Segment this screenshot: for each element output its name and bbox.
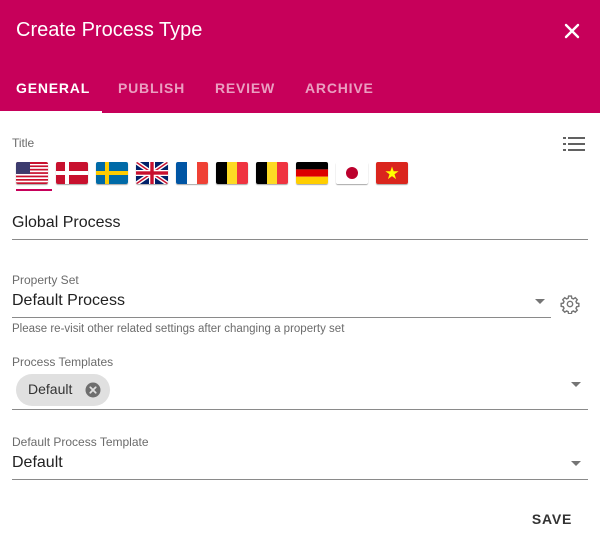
save-button[interactable]: SAVE (520, 504, 584, 534)
flag-gb-button[interactable] (136, 160, 168, 186)
template-chip[interactable]: Default (16, 374, 110, 406)
active-tab-indicator (0, 111, 102, 113)
default-template-select[interactable]: Default (12, 449, 588, 480)
se-flag-icon (96, 162, 128, 184)
chip-label: Default (28, 381, 73, 397)
property-set-hint: Please re-visit other related settings a… (12, 323, 345, 335)
flag-vn-button[interactable] (376, 160, 408, 186)
tab-review[interactable]: REVIEW (215, 70, 275, 113)
dialog-title: Create Process Type (16, 19, 203, 41)
vn-flag-icon (376, 162, 408, 184)
gb-flag-icon (136, 162, 168, 184)
default-template-value: Default (12, 454, 63, 471)
flag-jp-button[interactable] (336, 160, 368, 186)
property-set-value: Default Process (12, 292, 125, 309)
close-icon[interactable] (560, 19, 584, 43)
flag-be-alt-button[interactable] (256, 160, 288, 186)
arrow-down-icon[interactable] (571, 382, 581, 387)
flag-us-button[interactable] (16, 160, 52, 191)
be-flag-icon (256, 162, 288, 184)
fr-flag-icon (176, 162, 208, 184)
dialog-header: Create Process Type GENERAL PUBLISH REVI… (0, 0, 600, 113)
us-flag-icon (16, 162, 48, 184)
flag-se-button[interactable] (96, 160, 128, 186)
de-flag-icon (296, 162, 328, 184)
flag-dk-button[interactable] (56, 160, 88, 186)
tab-publish[interactable]: PUBLISH (118, 70, 185, 113)
flag-de-button[interactable] (296, 160, 328, 186)
flag-fr-button[interactable] (176, 160, 208, 186)
title-label: Title (12, 136, 35, 150)
tab-archive[interactable]: ARCHIVE (305, 70, 374, 113)
flag-be-button[interactable] (216, 160, 248, 186)
title-input[interactable]: Global Process (12, 206, 588, 240)
property-set-select[interactable]: Default Process (12, 287, 551, 318)
title-input-value: Global Process (12, 214, 121, 231)
tab-bar: GENERAL PUBLISH REVIEW ARCHIVE (0, 70, 600, 113)
list-icon[interactable] (563, 135, 585, 153)
default-template-label: Default Process Template (12, 435, 149, 449)
tab-general[interactable]: GENERAL (16, 70, 90, 113)
selected-language-indicator (16, 189, 52, 191)
arrow-down-icon[interactable] (535, 299, 545, 304)
process-templates-label: Process Templates (12, 355, 114, 369)
gear-icon[interactable] (560, 294, 580, 315)
property-set-label: Property Set (12, 273, 79, 287)
cancel-circle-icon[interactable] (85, 382, 101, 398)
jp-flag-icon (336, 162, 368, 184)
arrow-down-icon[interactable] (571, 461, 581, 466)
be-flag-icon (216, 162, 248, 184)
dk-flag-icon (56, 162, 88, 184)
